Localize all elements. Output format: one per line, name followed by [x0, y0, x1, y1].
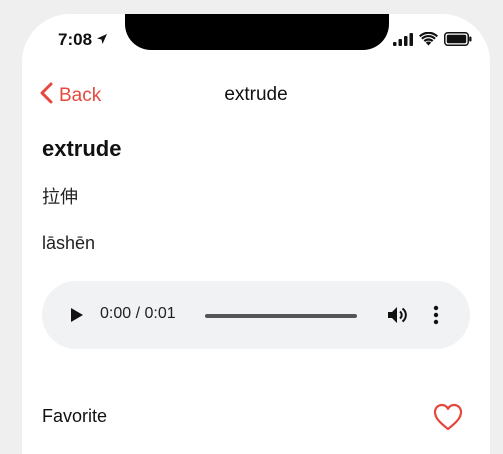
audio-progress-track[interactable]: [205, 314, 357, 318]
audio-player: 0:00 / 0:01: [42, 281, 470, 349]
entry-translation: 拉伸: [42, 187, 78, 208]
entry-pinyin: lāshēn: [42, 233, 96, 253]
favorite-label: Favorite: [42, 406, 108, 426]
battery-icon: [444, 32, 472, 51]
nav-title: extrude: [224, 84, 288, 105]
wifi-icon: [419, 31, 438, 51]
navigation-bar: Back extrude: [22, 78, 490, 114]
play-icon[interactable]: [70, 307, 84, 328]
phone-screen: 7:08 Back extrude extrude 拉伸 lāshēn 0:00…: [22, 14, 490, 454]
audio-time-display: 0:00 / 0:01: [100, 305, 176, 322]
status-time-text: 7:08: [58, 30, 93, 49]
heart-icon[interactable]: [433, 403, 463, 436]
status-time: 7:08: [58, 30, 108, 50]
more-options-icon[interactable]: [433, 305, 439, 330]
entry-word: extrude: [42, 136, 122, 161]
volume-icon[interactable]: [387, 305, 409, 330]
device-notch: [125, 14, 389, 50]
cellular-signal-icon: [393, 32, 413, 51]
location-arrow-icon: [96, 30, 108, 50]
status-icons: [393, 31, 472, 51]
